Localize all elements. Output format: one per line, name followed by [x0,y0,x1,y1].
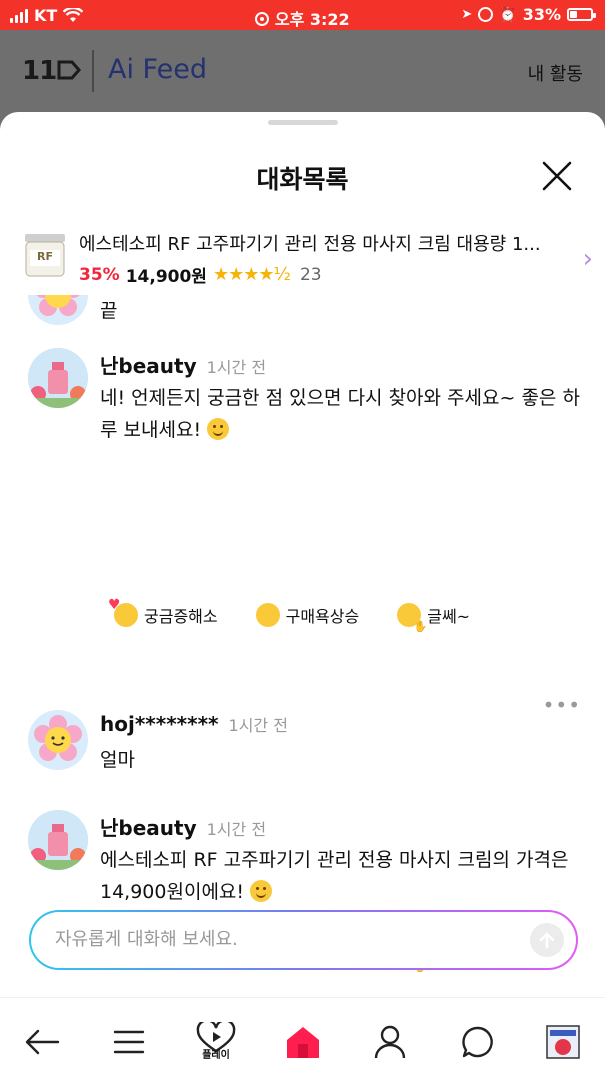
nav-play[interactable]: 플레이 [194,1016,238,1061]
nav-menu[interactable] [107,1020,151,1064]
reaction-want-to-buy[interactable]: 구매욕상승 [255,603,359,627]
sender-name: 난beauty [100,354,197,378]
message-text: 끝 [100,300,118,322]
send-button[interactable] [530,923,564,957]
battery-percent: 33% [522,5,561,24]
chat-message-bot: 난beauty 1시간 전 에스테소피 RF 고주파기기 관리 전용 마사지 크… [28,810,588,920]
sender-name: 난beauty [100,816,197,840]
chat-message-user: 끝 [28,295,588,325]
recording-icon [255,12,270,26]
bot-avatar [28,348,88,408]
close-icon[interactable] [539,158,575,194]
chat-input-box [29,910,578,970]
user-avatar [28,295,88,325]
reaction-curious-resolved[interactable]: 궁금증해소 [108,597,218,627]
message-text: 에스테소피 RF 고주파기기 관리 전용 마사지 크림의 가격은 14,900원… [100,849,569,903]
nav-play-label: 플레이 [202,1050,230,1061]
review-count: 23 [299,264,322,285]
bot-avatar [28,810,88,870]
location-icon: ➤ [461,7,473,22]
ai-feed-logo: Ai Feed [108,54,207,85]
smile-emoji-icon [250,880,273,902]
chevron-right-icon: › [582,244,593,274]
recent-product-thumbnail [546,1025,580,1059]
product-price: 14,900원 [125,267,207,287]
logo-divider [92,50,94,92]
reaction-not-sure[interactable]: 글쎄~ [397,603,470,633]
reaction-bar: 궁금증해소 구매욕상승 글쎄~ [108,597,470,633]
hearts-emoji-icon [108,597,138,627]
lock-rotation-icon [478,7,494,22]
chat-message-user: hoj******** 1시간 전 얼마 [28,710,588,790]
arrow-up-icon [539,932,555,949]
chat-input[interactable] [55,929,515,950]
sheet-title: 대화목록 [256,165,349,194]
clock: 오후 3:22 [274,10,350,29]
person-icon [374,1025,406,1059]
status-bar: KT 오후 3:22 ➤ ⏰ 33% [0,0,605,30]
nav-recent-product[interactable] [541,1020,585,1064]
product-name: 에스테소피 RF 고주파기기 관리 전용 마사지 크림 대용량 1... [79,234,541,255]
smile-emoji-icon [207,418,230,440]
chat-list[interactable]: 끝 난beauty 1시간 전 네! 언제든지 궁금한 점 있으면 다시 찾아와… [0,295,605,1000]
user-avatar [28,710,88,770]
nav-home[interactable] [281,1020,325,1064]
chat-bubble-icon [462,1026,493,1058]
arrow-left-icon [25,1029,60,1055]
sender-name: hoj******** [100,712,219,736]
message-time: 1시간 전 [206,820,267,839]
nav-back[interactable] [20,1020,64,1064]
app-header: 11 Ai Feed 내 활동 [0,30,605,112]
product-thumbnail: RF [22,230,68,280]
message-time: 1시간 전 [206,358,267,377]
brand-logo[interactable]: 11 [22,56,82,86]
discount-rate: 35% [79,264,120,285]
sheet-grabber[interactable] [268,120,338,125]
thinking-emoji-icon [397,603,427,633]
nav-my-page[interactable] [368,1020,412,1064]
thumb-label: RF [37,250,53,263]
bottom-navigation: 플레이 [0,997,605,1079]
alarm-icon: ⏰ [499,6,517,23]
message-text: 얼마 [100,749,135,771]
battery-icon [567,8,596,21]
my-activity-link[interactable]: 내 활동 [528,60,583,86]
hamburger-menu-icon [113,1030,145,1054]
message-time: 1시간 전 [228,716,288,735]
smile-emoji-icon [255,603,280,627]
product-card[interactable]: RF 에스테소피 RF 고주파기기 관리 전용 마사지 크림 대용량 1... … [0,222,605,292]
chat-message-bot: 난beauty 1시간 전 네! 언제든지 궁금한 점 있으면 다시 찾아와 주… [28,348,588,458]
message-text: 네! 언제든지 궁금한 점 있으면 다시 찾아와 주세요~ 좋은 하루 보내세요… [100,387,580,441]
star-rating: ★★★★½ [212,264,291,285]
nav-talk[interactable] [456,1020,500,1064]
home-icon [287,1027,319,1058]
